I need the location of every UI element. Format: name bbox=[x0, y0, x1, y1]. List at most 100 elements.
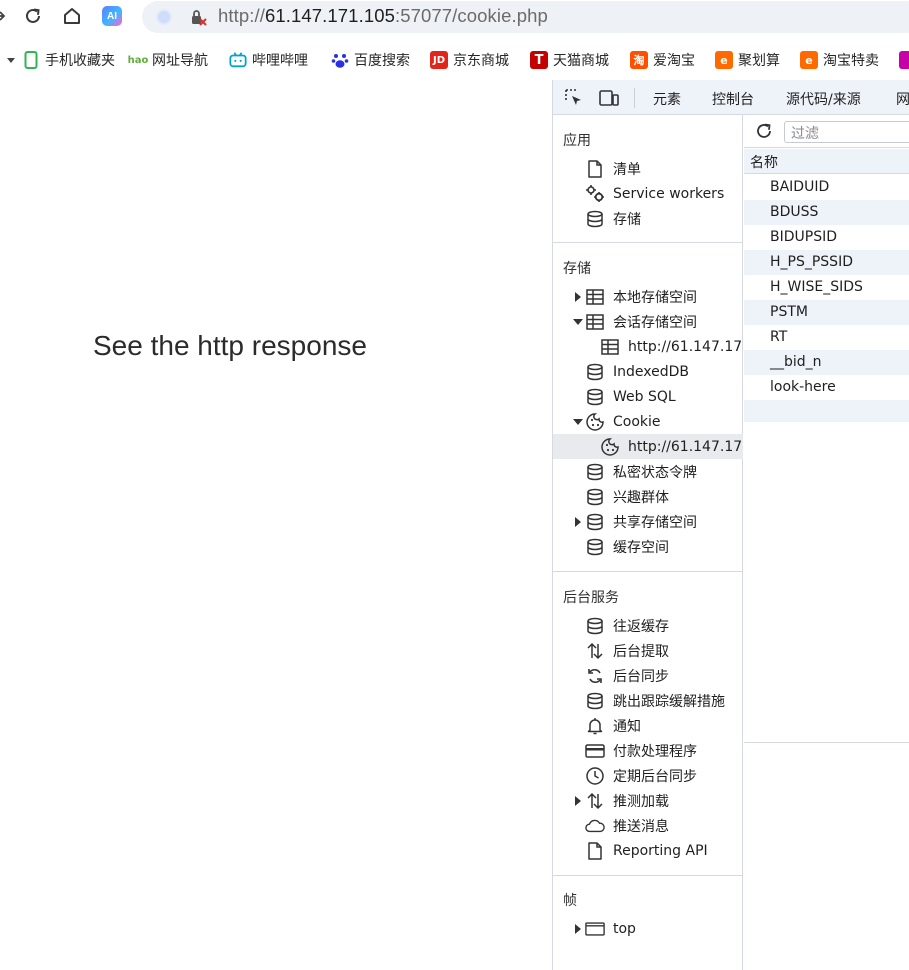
collapse-arrow-icon[interactable] bbox=[573, 317, 583, 327]
address-bar[interactable]: http://61.147.171.105:57077/cookie.php bbox=[142, 1, 909, 33]
url-host: 61.147.171.105 bbox=[264, 5, 395, 26]
sidebar-item-shared-storage[interactable]: 共享存储空间 bbox=[553, 509, 743, 534]
tab-elements[interactable]: 元素 bbox=[653, 89, 681, 109]
sidebar-item-reporting-api[interactable]: Reporting API bbox=[553, 838, 743, 863]
sidebar-item-speculative-loads[interactable]: 推测加载 bbox=[553, 788, 743, 813]
sidebar-item-private-state-tokens[interactable]: 私密状态令牌 bbox=[553, 459, 743, 484]
bookmarks-bar: 手机收藏夹 hao 网址导航 哔哩哔哩 百度搜索 JD 京东商城 T 天猫商城 淘爱淘… bbox=[0, 45, 909, 75]
sidebar-item-indexeddb[interactable]: IndexedDB bbox=[553, 359, 743, 384]
bookmark-item[interactable]: hao 网址导航 bbox=[128, 48, 208, 72]
forward-button[interactable] bbox=[0, 5, 10, 27]
section-title-frames: 帧 bbox=[563, 893, 577, 909]
column-header-name[interactable]: 名称 bbox=[744, 149, 909, 174]
cookie-row[interactable]: BDUSS bbox=[744, 200, 909, 225]
sidebar-item-local-storage[interactable]: 本地存储空间 bbox=[553, 284, 743, 309]
database-icon bbox=[585, 616, 605, 636]
cookie-row[interactable]: BAIDUID bbox=[744, 175, 909, 200]
bookmark-label: 天猫商城 bbox=[553, 53, 609, 69]
sidebar-item-notifications[interactable]: 通知 bbox=[553, 713, 743, 738]
sidebar-item-label: 定期后台同步 bbox=[613, 768, 697, 785]
ai-assistant-button[interactable]: AI bbox=[102, 6, 122, 26]
bookmark-item[interactable]: 淘爱淘宝 bbox=[630, 48, 695, 72]
file-icon bbox=[585, 841, 605, 861]
sync-icon bbox=[585, 666, 605, 686]
bookmark-item[interactable]: e 聚划算 bbox=[715, 48, 780, 72]
cookie-row[interactable]: H_WISE_SIDS bbox=[744, 275, 909, 300]
bookmark-label: 百度搜索 bbox=[354, 53, 410, 69]
bookmark-label: 哔哩哔哩 bbox=[252, 53, 308, 69]
sidebar-item-frame-top[interactable]: top bbox=[553, 916, 743, 941]
sidebar-item-label: 缓存空间 bbox=[613, 539, 669, 556]
sidebar-item-payment-handler[interactable]: 付款处理程序 bbox=[553, 738, 743, 763]
bilibili-icon bbox=[229, 51, 247, 69]
cookie-toolbar: 过滤 bbox=[744, 115, 909, 148]
url-text[interactable]: http://61.147.171.105:57077/cookie.php bbox=[218, 5, 548, 27]
database-icon bbox=[585, 209, 605, 229]
expand-arrow-icon[interactable] bbox=[573, 516, 583, 527]
credit-card-icon bbox=[585, 741, 605, 761]
bookmark-item[interactable]: 哔哩哔哩 bbox=[229, 48, 308, 72]
table-bottom-border bbox=[744, 742, 909, 743]
device-toolbar-icon[interactable] bbox=[598, 87, 620, 109]
sidebar-item-cookies-origin[interactable]: http://61.147.171 bbox=[553, 434, 743, 459]
sidebar-item-manifest[interactable]: 清单 bbox=[553, 156, 743, 181]
refresh-icon[interactable] bbox=[754, 121, 774, 141]
clock-icon bbox=[585, 766, 605, 786]
sidebar-item-service-workers[interactable]: Service workers bbox=[553, 181, 743, 206]
bookmark-item[interactable]: 手机收藏夹 bbox=[22, 48, 115, 72]
expand-arrow-icon[interactable] bbox=[573, 923, 583, 934]
bookmark-item[interactable]: e 淘宝特卖 bbox=[800, 48, 879, 72]
bookmarks-menu-toggle[interactable] bbox=[6, 48, 16, 72]
frame-icon bbox=[585, 919, 605, 939]
not-secure-icon[interactable] bbox=[188, 7, 208, 27]
cloud-icon bbox=[585, 816, 605, 836]
sidebar-item-storage-overview[interactable]: 存储 bbox=[553, 206, 743, 231]
home-button[interactable] bbox=[61, 5, 83, 27]
sidebar-item-label: 清单 bbox=[613, 161, 641, 178]
sidebar-item-bounce-tracking[interactable]: 跳出跟踪缓解措施 bbox=[553, 688, 743, 713]
filter-input[interactable]: 过滤 bbox=[784, 121, 909, 143]
bookmark-overflow-icon[interactable] bbox=[899, 48, 909, 72]
reload-button[interactable] bbox=[22, 5, 44, 27]
expand-arrow-icon[interactable] bbox=[573, 795, 583, 806]
cookie-row[interactable]: PSTM bbox=[744, 300, 909, 325]
sidebar-item-label: 共享存储空间 bbox=[613, 514, 697, 531]
bookmark-item[interactable]: T 天猫商城 bbox=[530, 48, 609, 72]
bookmark-label: 京东商城 bbox=[453, 53, 509, 69]
sidebar-item-background-fetch[interactable]: 后台提取 bbox=[553, 638, 743, 663]
collapse-arrow-icon[interactable] bbox=[573, 417, 583, 427]
cookie-row[interactable]: look-here bbox=[744, 375, 909, 400]
inspect-element-icon[interactable] bbox=[563, 87, 585, 109]
sidebar-item-label: 后台同步 bbox=[613, 668, 669, 685]
sidebar-item-web-sql[interactable]: Web SQL bbox=[553, 384, 743, 409]
sidebar-item-label: 往返缓存 bbox=[613, 618, 669, 635]
sidebar-item-label: 会话存储空间 bbox=[613, 314, 697, 331]
sidebar-item-push-messaging[interactable]: 推送消息 bbox=[553, 813, 743, 838]
bookmark-item[interactable]: JD 京东商城 bbox=[430, 48, 509, 72]
url-path: :57077/cookie.php bbox=[394, 5, 548, 26]
cookie-row[interactable]: BIDUPSID bbox=[744, 225, 909, 250]
table-icon bbox=[600, 337, 620, 357]
sidebar-item-session-storage-origin[interactable]: http://61.147.171 bbox=[553, 334, 743, 359]
up-down-arrows-icon bbox=[585, 791, 605, 811]
sidebar-item-cache-storage[interactable]: 缓存空间 bbox=[553, 534, 743, 559]
sidebar-item-periodic-background-sync[interactable]: 定期后台同步 bbox=[553, 763, 743, 788]
application-sidebar: 应用 清单 Service workers 存储 存储 本地存储空间 会话存储空… bbox=[553, 115, 743, 970]
sidebar-item-label: 推送消息 bbox=[613, 818, 669, 835]
bookmark-item[interactable]: 百度搜索 bbox=[331, 48, 410, 72]
sidebar-item-background-sync[interactable]: 后台同步 bbox=[553, 663, 743, 688]
cookie-icon bbox=[585, 412, 605, 432]
cookie-row[interactable]: __bid_n bbox=[744, 350, 909, 375]
site-info-icon[interactable] bbox=[156, 9, 172, 25]
expand-arrow-icon[interactable] bbox=[573, 291, 583, 302]
sidebar-item-interest-groups[interactable]: 兴趣群体 bbox=[553, 484, 743, 509]
tab-console[interactable]: 控制台 bbox=[712, 89, 754, 109]
cookie-row[interactable]: RT bbox=[744, 325, 909, 350]
tab-sources[interactable]: 源代码/来源 bbox=[786, 89, 861, 109]
sidebar-item-label: 推测加载 bbox=[613, 793, 669, 810]
cookie-row[interactable]: H_PS_PSSID bbox=[744, 250, 909, 275]
sidebar-item-bfcache[interactable]: 往返缓存 bbox=[553, 613, 743, 638]
sidebar-item-cookies[interactable]: Cookie bbox=[553, 409, 743, 434]
tab-network[interactable]: 网 bbox=[896, 89, 909, 109]
sidebar-item-session-storage[interactable]: 会话存储空间 bbox=[553, 309, 743, 334]
